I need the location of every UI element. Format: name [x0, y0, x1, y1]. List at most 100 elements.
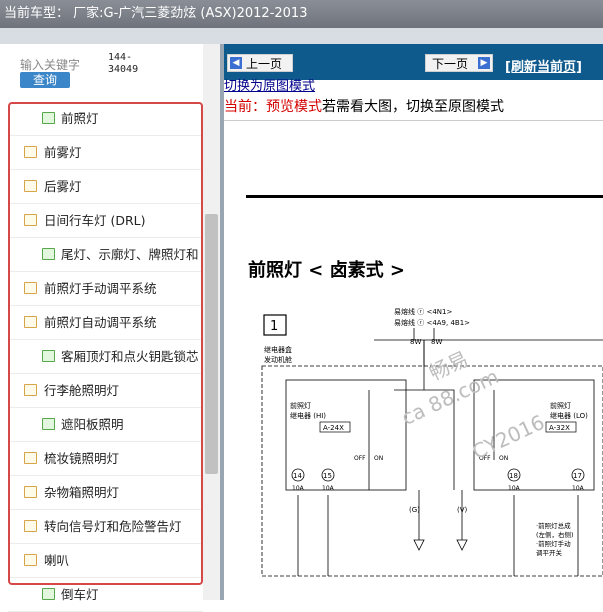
- folder-icon: [42, 588, 55, 600]
- next-label: 下一页: [432, 57, 469, 71]
- tree-item[interactable]: 前雾灯: [8, 136, 203, 170]
- fuse-left-amp: 10A: [292, 485, 305, 492]
- tree-item-label: 客厢顶灯和点火钥匙锁芯: [61, 349, 199, 364]
- document-icon: [24, 214, 37, 226]
- wire-g: (G): [409, 506, 420, 514]
- tree-item-label: 行李舱照明灯: [44, 383, 120, 398]
- fuse-r2-amp: 10A: [572, 485, 585, 492]
- toolbar-strip: [0, 28, 603, 44]
- fuse-r2-num: 17: [573, 472, 582, 480]
- tree-item-label: 倒车灯: [61, 587, 99, 602]
- prev-label: 上一页: [246, 57, 283, 71]
- prev-page-button[interactable]: ◀ 上一页: [227, 54, 293, 72]
- page-navbar: ◀ 上一页 下一页 ▶ [刷新当前页]: [224, 44, 603, 80]
- switch-mode-link[interactable]: 切换为原图模式: [224, 80, 315, 94]
- fuse-mid-amp: 10A: [322, 485, 335, 492]
- window-title: 当前车型： 厂家:G-广汽三菱劲炫 (ASX)2012-2013: [0, 0, 603, 28]
- page-heading: 前照灯 < 卤素式 >: [248, 260, 405, 281]
- current-mode-hint: 若需看大图，切换至原图模式: [322, 99, 504, 115]
- wire-8w-left: 8W: [410, 338, 421, 346]
- note-line-4: 调平开关: [536, 548, 563, 557]
- relay-hi-label-2: 继电器 (HI): [290, 411, 326, 420]
- tree-item-label: 杂物箱照明灯: [44, 485, 120, 500]
- next-page-button[interactable]: 下一页 ▶: [425, 54, 493, 72]
- tree-item-label: 前照灯自动调平系统: [44, 315, 157, 330]
- tree-item-label: 遮阳板照明: [61, 417, 124, 432]
- keyword-input[interactable]: 输入关键字: [20, 56, 108, 73]
- tree-item[interactable]: 前照灯自动调平系统: [8, 306, 203, 340]
- tree-item-label: 前雾灯: [44, 145, 82, 160]
- fuse-r1-num: 18: [509, 472, 518, 480]
- document-icon: [24, 180, 37, 192]
- relay-lo-label-2: 继电器 (LO): [550, 411, 588, 420]
- relay-lo-code: A-32X: [549, 424, 570, 432]
- fuse-line-2: 易熔线 ⓡ <4A9, 4B1>: [394, 318, 470, 327]
- diagram-number: 1: [270, 319, 278, 334]
- tree-item-label: 前照灯: [61, 111, 99, 126]
- tree-item[interactable]: 后雾灯: [8, 170, 203, 204]
- pin-on-right: ON: [499, 455, 508, 462]
- tree-item-label: 转向信号灯和危险警告灯: [44, 519, 182, 534]
- tree-item-label: 梳妆镜照明灯: [44, 451, 120, 466]
- relay-lo-label: 前照灯: [550, 401, 571, 410]
- wire-v: (V): [457, 506, 468, 514]
- pin-on-left: ON: [374, 455, 383, 462]
- tree-item[interactable]: 倒车灯: [8, 578, 203, 612]
- tree-item-label: 后雾灯: [44, 179, 82, 194]
- tree-item-label: 日间行车灯 (DRL): [44, 213, 146, 228]
- tree-item-label: 尾灯、示廓灯、牌照灯和: [61, 247, 199, 262]
- tree-item[interactable]: 行李舱照明灯: [8, 374, 203, 408]
- current-mode-line: 当前：预览模式若需看大图，切换至原图模式: [224, 96, 504, 116]
- relay-box-label: 继电器盒: [264, 345, 292, 354]
- fuse-mid-num: 15: [323, 472, 332, 480]
- arrow-left-icon: ◀: [230, 57, 242, 69]
- tree-item[interactable]: 尾灯、示廓灯、牌照灯和: [8, 238, 203, 272]
- document-icon: [24, 452, 37, 464]
- category-tree: 前照灯前雾灯后雾灯日间行车灯 (DRL) 尾灯、示廓灯、牌照灯和前照灯手动调平系统…: [8, 102, 203, 612]
- note-line-2: (左侧，右侧): [536, 530, 574, 539]
- folder-icon: [42, 112, 55, 124]
- note-line-1: ·前照灯总成: [536, 521, 571, 530]
- search-area: 输入关键字 查询 144- 34049: [0, 44, 220, 94]
- relay-hi-code: A-24X: [323, 424, 344, 432]
- code-display: 144- 34049: [108, 52, 138, 76]
- document-icon: [24, 384, 37, 396]
- fuse-r1-amp: 10A: [508, 485, 521, 492]
- document-rule: [246, 195, 603, 198]
- wiring-diagram: 1 易熔线 ⓡ <4N1> 易熔线 ⓡ <4A9, 4B1> 8W 8W 继电器…: [261, 307, 603, 577]
- document-icon: [24, 316, 37, 328]
- tree-item[interactable]: 杂物箱照明灯: [8, 476, 203, 510]
- tree-item-label: 喇叭: [44, 553, 70, 568]
- tree-item[interactable]: 喇叭: [8, 544, 203, 578]
- scroll-thumb[interactable]: [205, 214, 218, 474]
- current-mode-label: 当前：预览模式: [224, 99, 322, 115]
- tree-item[interactable]: 转向信号灯和危险警告灯: [8, 510, 203, 544]
- document-icon: [24, 520, 37, 532]
- document-icon: [24, 282, 37, 294]
- folder-icon: [42, 248, 55, 260]
- wire-8w-right: 8W: [431, 338, 442, 346]
- document-icon: [24, 146, 37, 158]
- tree-scrollbar[interactable]: [203, 44, 220, 600]
- tree-item[interactable]: 日间行车灯 (DRL): [8, 204, 203, 238]
- document-icon: [24, 554, 37, 566]
- folder-icon: [42, 350, 55, 362]
- tree-item[interactable]: 遮阳板照明: [8, 408, 203, 442]
- arrow-right-icon: ▶: [478, 57, 490, 69]
- tree-item[interactable]: 客厢顶灯和点火钥匙锁芯: [8, 340, 203, 374]
- code-line-2: 34049: [108, 64, 139, 75]
- fuse-line-1: 易熔线 ⓡ <4N1>: [394, 307, 452, 316]
- tree-item-label: 前照灯手动调平系统: [44, 281, 157, 296]
- relay-hi-label: 前照灯: [290, 401, 311, 410]
- code-line-1: 144-: [108, 52, 133, 63]
- engine-bay-label: 发动机舱: [264, 355, 292, 364]
- tree-item[interactable]: 前照灯: [8, 102, 203, 136]
- folder-icon: [42, 418, 55, 430]
- tree-item[interactable]: 梳妆镜照明灯: [8, 442, 203, 476]
- document-icon: [24, 486, 37, 498]
- refresh-link[interactable]: [刷新当前页]: [505, 56, 582, 75]
- note-line-3: ·前照灯手动: [536, 539, 571, 548]
- search-button[interactable]: 查询: [20, 72, 70, 88]
- fuse-left-num: 14: [293, 472, 302, 480]
- tree-item[interactable]: 前照灯手动调平系统: [8, 272, 203, 306]
